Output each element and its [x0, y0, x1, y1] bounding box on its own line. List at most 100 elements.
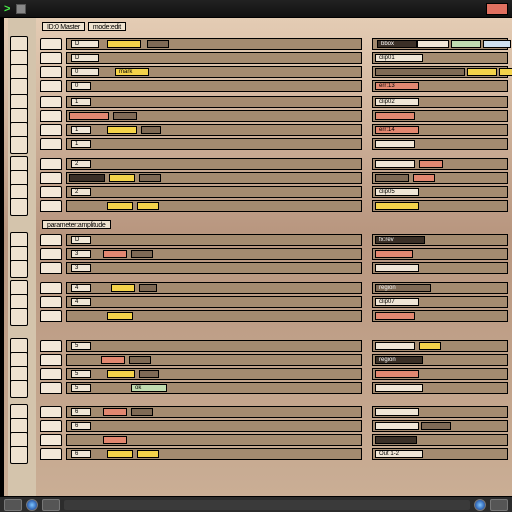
start-orb-icon[interactable] [26, 499, 38, 511]
clip[interactable] [129, 356, 151, 364]
row-handle[interactable] [40, 368, 62, 380]
clip[interactable]: clip07 [375, 298, 419, 306]
row-handle[interactable] [40, 66, 62, 78]
clip[interactable]: err:14 [375, 126, 419, 134]
row-handle[interactable] [40, 80, 62, 92]
clip[interactable]: 1 [71, 126, 91, 134]
clip[interactable] [419, 342, 441, 350]
track-row[interactable]: 1clip02 [40, 95, 508, 108]
lane-left[interactable]: 3 [66, 262, 362, 274]
header-chip[interactable]: mode:edit [88, 22, 126, 31]
track-row[interactable]: 6 [40, 405, 508, 418]
track-row[interactable] [40, 433, 508, 446]
lane-right[interactable] [372, 172, 508, 184]
row-handle[interactable] [40, 158, 62, 170]
clip[interactable]: 5 [71, 370, 91, 378]
clip[interactable]: fx:rev [375, 236, 425, 244]
lane-right[interactable] [372, 158, 508, 170]
clip[interactable] [417, 40, 449, 48]
clip[interactable] [69, 112, 109, 120]
track-row[interactable]: 6Out 1-2 [40, 447, 508, 460]
gutter-marker[interactable] [10, 446, 28, 464]
lane-left[interactable]: 6 [66, 448, 362, 460]
clip[interactable] [375, 68, 465, 76]
clip[interactable] [107, 126, 137, 134]
track-row[interactable]: Dclip01 [40, 51, 508, 64]
clip[interactable] [107, 312, 133, 320]
lane-left[interactable]: 3 [66, 248, 362, 260]
lane-right[interactable]: err:13 [372, 80, 508, 92]
clip[interactable] [107, 202, 133, 210]
track-row[interactable]: 0mark [40, 65, 508, 78]
track-row[interactable]: 5 [40, 367, 508, 380]
track-row[interactable]: 2 clip05 [40, 185, 508, 198]
clip[interactable] [139, 174, 161, 182]
lane-left[interactable]: D [66, 38, 362, 50]
lane-left[interactable] [66, 354, 362, 366]
clip[interactable]: clip02 [375, 98, 419, 106]
lane-left[interactable]: 0mark [66, 66, 362, 78]
lane-left[interactable] [66, 310, 362, 322]
lane-right[interactable] [372, 434, 508, 446]
clip[interactable] [137, 450, 159, 458]
clip[interactable]: 5 [71, 384, 91, 392]
header-chip[interactable]: ID:0 Master [42, 22, 85, 31]
clip[interactable] [137, 202, 159, 210]
lane-left[interactable]: 1 [66, 124, 362, 136]
lane-left[interactable] [66, 110, 362, 122]
track-row[interactable]: 2 [40, 157, 508, 170]
clip[interactable] [419, 160, 443, 168]
lane-right[interactable] [372, 110, 508, 122]
row-handle[interactable] [40, 124, 62, 136]
track-row[interactable] [40, 109, 508, 122]
clip[interactable] [109, 174, 135, 182]
track-row[interactable]: Dfx:rev [40, 233, 508, 246]
gutter-marker[interactable] [10, 260, 28, 278]
clip[interactable] [413, 174, 435, 182]
clip[interactable] [375, 140, 415, 148]
lane-right[interactable]: clip01 [372, 52, 508, 64]
row-handle[interactable] [40, 406, 62, 418]
clip[interactable]: 3 [71, 264, 91, 272]
track-row[interactable]: Dbbox [40, 37, 508, 50]
clip[interactable] [113, 112, 137, 120]
page-handle-icon[interactable] [16, 4, 26, 14]
lane-right[interactable]: clip05 [372, 186, 508, 198]
clip[interactable] [421, 422, 451, 430]
row-handle[interactable] [40, 340, 62, 352]
clip[interactable] [483, 40, 511, 48]
task-button[interactable] [4, 499, 22, 511]
clip[interactable] [375, 250, 413, 258]
lane-right[interactable]: err:14 [372, 124, 508, 136]
clip[interactable]: mark [115, 68, 149, 76]
tray-orb-icon[interactable] [474, 499, 486, 511]
clip[interactable]: D [71, 54, 99, 62]
clip[interactable] [375, 342, 415, 350]
lane-left[interactable]: 0 [66, 80, 362, 92]
row-handle[interactable] [40, 96, 62, 108]
lane-left[interactable]: 4 [66, 282, 362, 294]
track-row[interactable]: 4 region [40, 281, 508, 294]
clip[interactable]: 0 [71, 82, 91, 90]
row-handle[interactable] [40, 434, 62, 446]
lane-right[interactable] [372, 248, 508, 260]
row-handle[interactable] [40, 186, 62, 198]
clip[interactable] [375, 384, 423, 392]
row-handle[interactable] [40, 354, 62, 366]
lane-right[interactable]: bbox [372, 38, 508, 50]
clip[interactable] [375, 264, 419, 272]
clip[interactable]: region [375, 356, 423, 364]
clip[interactable] [107, 40, 141, 48]
lane-left[interactable]: 2 [66, 186, 362, 198]
clip[interactable] [147, 40, 169, 48]
row-handle[interactable] [40, 282, 62, 294]
taskbar[interactable] [0, 496, 512, 512]
clip[interactable] [375, 422, 419, 430]
clip[interactable] [103, 250, 127, 258]
row-handle[interactable] [40, 310, 62, 322]
clip[interactable]: 6 [71, 450, 91, 458]
clip[interactable]: ok [131, 384, 167, 392]
clip[interactable] [141, 126, 161, 134]
lane-left[interactable]: 6 [66, 420, 362, 432]
clip[interactable]: region [375, 284, 431, 292]
